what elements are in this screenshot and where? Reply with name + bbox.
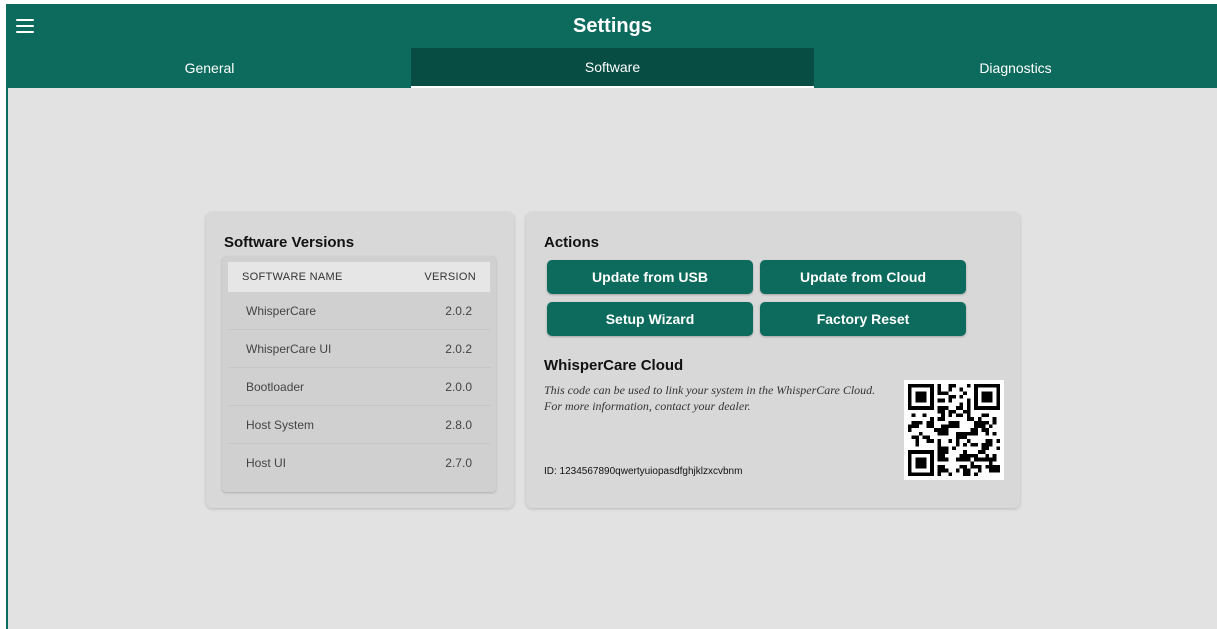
page-title: Settings <box>573 15 652 37</box>
actions-card: Actions Update from USB Update from Clou… <box>526 212 1020 508</box>
qr-code-icon <box>904 380 1004 480</box>
tab-diagnostics[interactable]: Diagnostics <box>814 48 1217 88</box>
update-from-usb-button[interactable]: Update from USB <box>547 260 753 294</box>
tab-general[interactable]: General <box>8 48 411 88</box>
app-window: Settings General Software Diagnostics So… <box>6 4 1217 629</box>
table-row: WhisperCare UI 2.0.2 <box>228 330 490 368</box>
cloud-description-line2: For more information, contact your deale… <box>544 399 751 413</box>
versions-table: SOFTWARE NAME VERSION WhisperCare 2.0.2 … <box>222 256 496 492</box>
column-header-version: VERSION <box>424 271 476 283</box>
factory-reset-button[interactable]: Factory Reset <box>760 302 966 336</box>
cloud-id: ID: 1234567890qwertyuiopasdfghjklzxcvbnm <box>544 466 743 477</box>
table-header: SOFTWARE NAME VERSION <box>228 262 490 292</box>
software-versions-title: Software Versions <box>224 234 355 251</box>
software-name: Host UI <box>246 456 287 470</box>
software-version: 2.0.2 <box>445 341 472 356</box>
software-version: 2.8.0 <box>445 417 472 432</box>
cloud-title: WhisperCare Cloud <box>544 357 684 374</box>
software-version: 2.0.2 <box>445 303 472 318</box>
table-row: Host UI 2.7.0 <box>228 444 490 482</box>
setup-wizard-button[interactable]: Setup Wizard <box>547 302 753 336</box>
software-versions-card: Software Versions SOFTWARE NAME VERSION … <box>206 212 514 508</box>
software-name: WhisperCare <box>246 303 317 318</box>
software-version: 2.7.0 <box>445 456 472 470</box>
software-name: WhisperCare UI <box>246 341 332 356</box>
software-name: Host System <box>246 417 315 432</box>
software-version: 2.0.0 <box>445 379 472 394</box>
cloud-description-line1: This code can be used to link your syste… <box>544 383 876 397</box>
tab-bar: General Software Diagnostics <box>8 48 1217 88</box>
column-header-name: SOFTWARE NAME <box>242 271 343 283</box>
update-from-cloud-button[interactable]: Update from Cloud <box>760 260 966 294</box>
table-row: Host System 2.8.0 <box>228 406 490 444</box>
table-row: Bootloader 2.0.0 <box>228 368 490 406</box>
tab-software[interactable]: Software <box>411 48 814 88</box>
actions-title: Actions <box>544 234 600 251</box>
cloud-description: This code can be used to link your syste… <box>544 382 904 414</box>
table-row: WhisperCare 2.0.2 <box>228 292 490 330</box>
software-name: Bootloader <box>246 379 305 394</box>
top-bar: Settings <box>8 4 1217 48</box>
